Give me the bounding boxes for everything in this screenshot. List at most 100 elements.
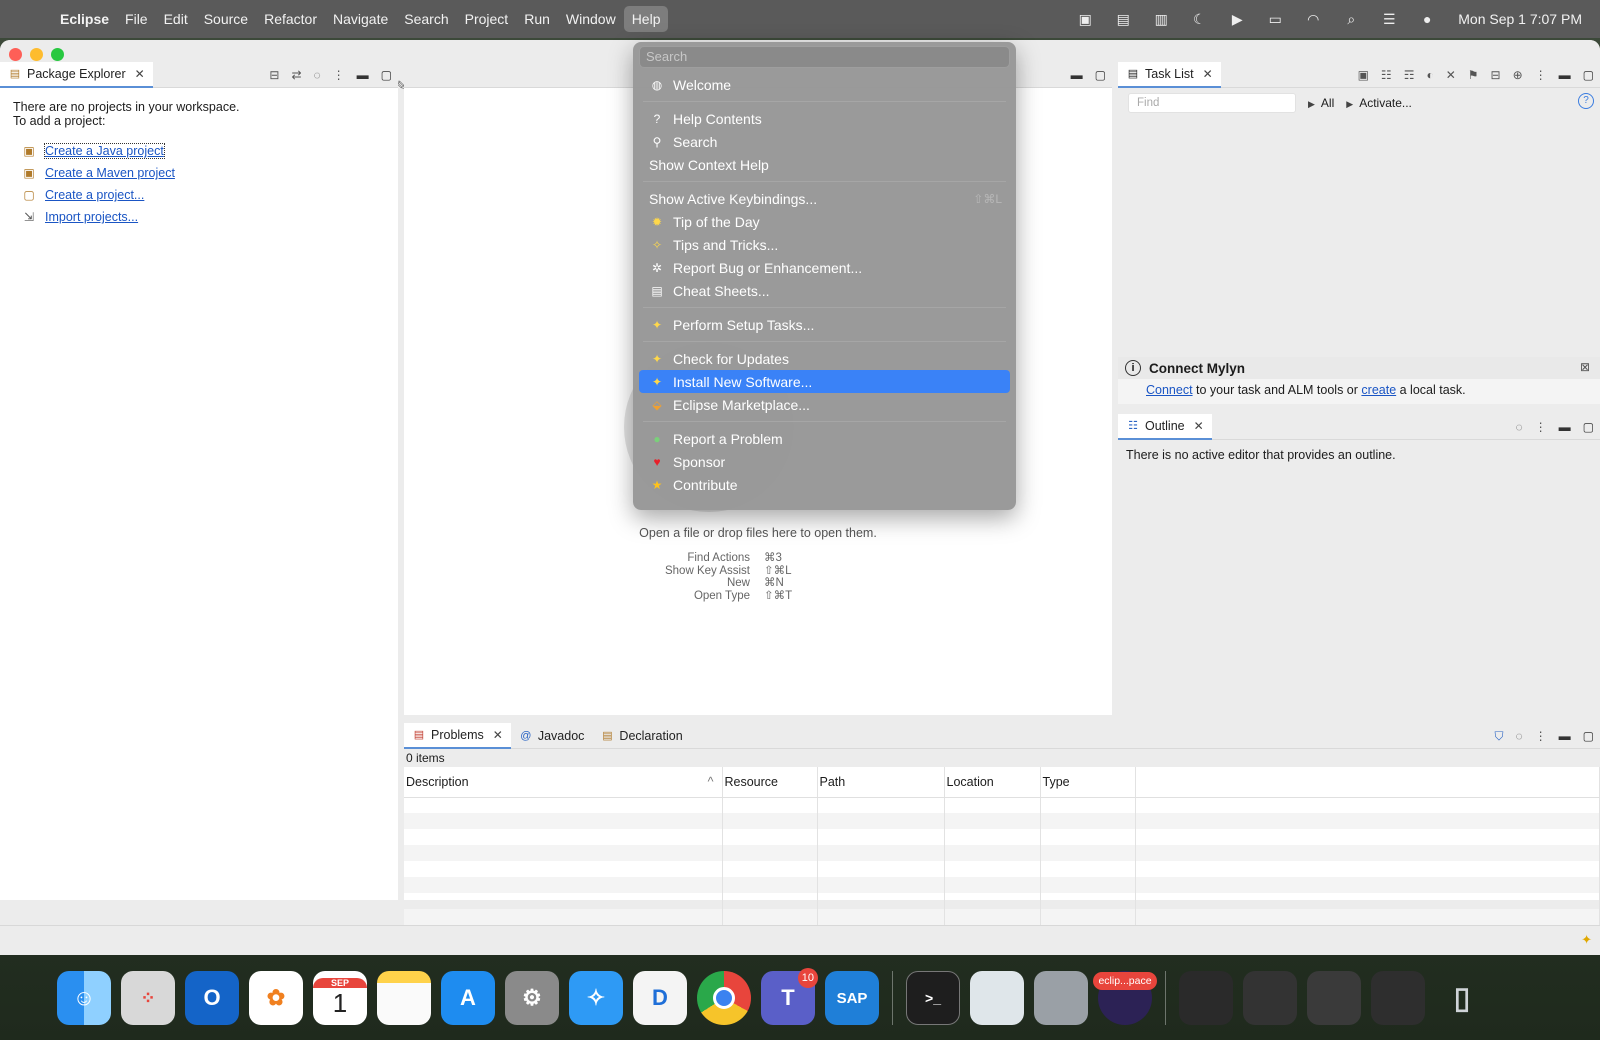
minimize-icon[interactable]: ▬: [1071, 68, 1083, 82]
dock-notes[interactable]: [372, 966, 436, 1030]
zoom-window-icon[interactable]: [51, 48, 64, 61]
close-icon[interactable]: ✕: [1203, 67, 1213, 81]
menu-app-eclipse[interactable]: Eclipse: [52, 6, 117, 32]
menu-item-contribute[interactable]: ★ Contribute: [639, 473, 1010, 496]
dock-sap[interactable]: SAP: [820, 966, 884, 1030]
dock-outlook[interactable]: O: [180, 966, 244, 1030]
minimize-icon[interactable]: ▬: [1559, 729, 1571, 743]
menubar-clock[interactable]: Mon Sep 1 7:07 PM: [1458, 11, 1582, 27]
dock-window-thumb-4[interactable]: [1366, 966, 1430, 1030]
dock-app-d[interactable]: D: [628, 966, 692, 1030]
menu-item-help-contents[interactable]: ? Help Contents: [639, 107, 1010, 130]
filter-icon[interactable]: ◌: [1516, 420, 1523, 434]
menu-item-cheat-sheets[interactable]: ▤ Cheat Sheets...: [639, 279, 1010, 302]
dock-book[interactable]: [1029, 966, 1093, 1030]
menu-source[interactable]: Source: [196, 6, 256, 32]
menu-item-check-updates[interactable]: ✦ Check for Updates: [639, 347, 1010, 370]
create-link[interactable]: create: [1361, 383, 1396, 397]
close-icon[interactable]: ✕: [493, 728, 503, 742]
menu-refactor[interactable]: Refactor: [256, 6, 325, 32]
view-menu-icon[interactable]: ⋮: [1535, 729, 1547, 743]
dock-window-thumb-1[interactable]: [1174, 966, 1238, 1030]
column-type[interactable]: Type: [1040, 767, 1136, 798]
app-status-icon[interactable]: ▤: [1112, 10, 1134, 28]
menu-run[interactable]: Run: [516, 6, 558, 32]
column-resource[interactable]: Resource: [722, 767, 818, 798]
tip-lightbulb-icon[interactable]: ✦: [1581, 932, 1592, 948]
menu-item-search[interactable]: ⚲ Search: [639, 130, 1010, 153]
sync-icon[interactable]: ◐: [1426, 68, 1433, 82]
help-icon[interactable]: ?: [1578, 93, 1594, 109]
minimize-icon[interactable]: ▬: [1559, 68, 1571, 82]
focus-moon-icon[interactable]: ☾: [1188, 10, 1210, 28]
view-menu-icon[interactable]: ⋮: [1535, 68, 1547, 82]
help-search-input[interactable]: Search: [639, 46, 1010, 68]
menu-item-welcome[interactable]: ◍ Welcome: [639, 73, 1010, 96]
maximize-icon[interactable]: ▢: [1583, 729, 1594, 743]
dock-chrome[interactable]: [692, 966, 756, 1030]
minimize-icon[interactable]: ▬: [1559, 420, 1571, 434]
filter-icon[interactable]: ◌: [314, 68, 321, 82]
menu-item-tips-and-tricks[interactable]: ✧ Tips and Tricks...: [639, 233, 1010, 256]
import-projects-link[interactable]: Import projects...: [45, 210, 138, 224]
tab-javadoc[interactable]: @ Javadoc: [511, 723, 593, 749]
menu-help[interactable]: Help: [623, 6, 669, 32]
menu-file[interactable]: File: [117, 6, 156, 32]
control-center-icon[interactable]: ☰: [1378, 10, 1400, 28]
menu-item-report-problem[interactable]: ● Report a Problem: [639, 427, 1010, 450]
categorized-icon[interactable]: ☷: [1381, 68, 1392, 82]
tab-declaration[interactable]: ▤ Declaration: [592, 723, 690, 749]
minimize-window-icon[interactable]: [30, 48, 43, 61]
column-description[interactable]: Description ^: [404, 767, 723, 798]
menu-item-report-bug[interactable]: ✲ Report Bug or Enhancement...: [639, 256, 1010, 279]
wifi-icon[interactable]: ◠: [1302, 10, 1324, 28]
close-icon[interactable]: ✕: [135, 67, 145, 81]
dock-terminal[interactable]: >_: [901, 966, 965, 1030]
maximize-icon[interactable]: ▢: [1583, 420, 1594, 434]
battery-icon[interactable]: ▭: [1264, 10, 1286, 28]
sync-icon[interactable]: ◌: [1516, 729, 1523, 743]
close-window-icon[interactable]: [9, 48, 22, 61]
filter-icon[interactable]: ⛉: [1495, 729, 1504, 744]
collapse-all-icon[interactable]: ⊟: [1491, 68, 1501, 82]
create-project-link[interactable]: Create a project...: [45, 188, 144, 202]
dock-photos[interactable]: ✿: [244, 966, 308, 1030]
menu-item-perform-setup[interactable]: ✦ Perform Setup Tasks...: [639, 313, 1010, 336]
tab-outline[interactable]: ☷ Outline ✕: [1118, 413, 1212, 440]
connect-link[interactable]: Connect: [1146, 383, 1193, 397]
dock-safari[interactable]: ✧: [564, 966, 628, 1030]
tab-package-explorer[interactable]: ▤ Package Explorer ✕: [0, 61, 153, 88]
maximize-icon[interactable]: ▢: [381, 68, 392, 82]
repository-icon[interactable]: ⊕: [1513, 68, 1523, 82]
app2-status-icon[interactable]: ▥: [1150, 10, 1172, 28]
dock-eclipse[interactable]: eclip...pace: [1093, 966, 1157, 1030]
menu-item-show-keybindings[interactable]: Show Active Keybindings... ⇧⌘L: [639, 187, 1010, 210]
dock-launchpad[interactable]: ⁘: [116, 966, 180, 1030]
close-icon[interactable]: ✕: [1194, 419, 1204, 433]
column-location[interactable]: Location: [944, 767, 1041, 798]
dock-app-store[interactable]: A: [436, 966, 500, 1030]
link-editor-icon[interactable]: ⇄: [291, 68, 301, 82]
dock-window-thumb-3[interactable]: [1302, 966, 1366, 1030]
scheduled-icon[interactable]: ☶: [1404, 68, 1415, 82]
create-maven-project-link[interactable]: Create a Maven project: [45, 166, 175, 180]
view-menu-icon[interactable]: ⋮: [1535, 420, 1547, 434]
close-icon[interactable]: ⊠: [1580, 360, 1590, 374]
spotlight-search-icon[interactable]: ⌕: [1340, 10, 1362, 28]
dock-finder[interactable]: ☺: [52, 966, 116, 1030]
menu-item-install-new-software[interactable]: ✦ Install New Software...: [639, 370, 1010, 393]
menu-project[interactable]: Project: [457, 6, 517, 32]
minimize-icon[interactable]: ▬: [357, 68, 369, 82]
new-task-icon[interactable]: ▣: [1358, 68, 1369, 82]
siri-icon[interactable]: ●: [1416, 10, 1438, 28]
menu-search[interactable]: Search: [396, 6, 456, 32]
task-find-input[interactable]: Find: [1128, 93, 1296, 113]
view-menu-icon[interactable]: ⋮: [333, 68, 345, 82]
collapse-all-icon[interactable]: ⊟: [269, 68, 279, 82]
hide-completed-icon[interactable]: ✕: [1446, 68, 1456, 82]
menu-item-tip-of-the-day[interactable]: ✹ Tip of the Day: [639, 210, 1010, 233]
teams-status-icon[interactable]: ▣: [1074, 10, 1096, 28]
menu-item-sponsor[interactable]: ♥ Sponsor: [639, 450, 1010, 473]
dock-window-thumb-2[interactable]: [1238, 966, 1302, 1030]
dock-teams[interactable]: T 10: [756, 966, 820, 1030]
